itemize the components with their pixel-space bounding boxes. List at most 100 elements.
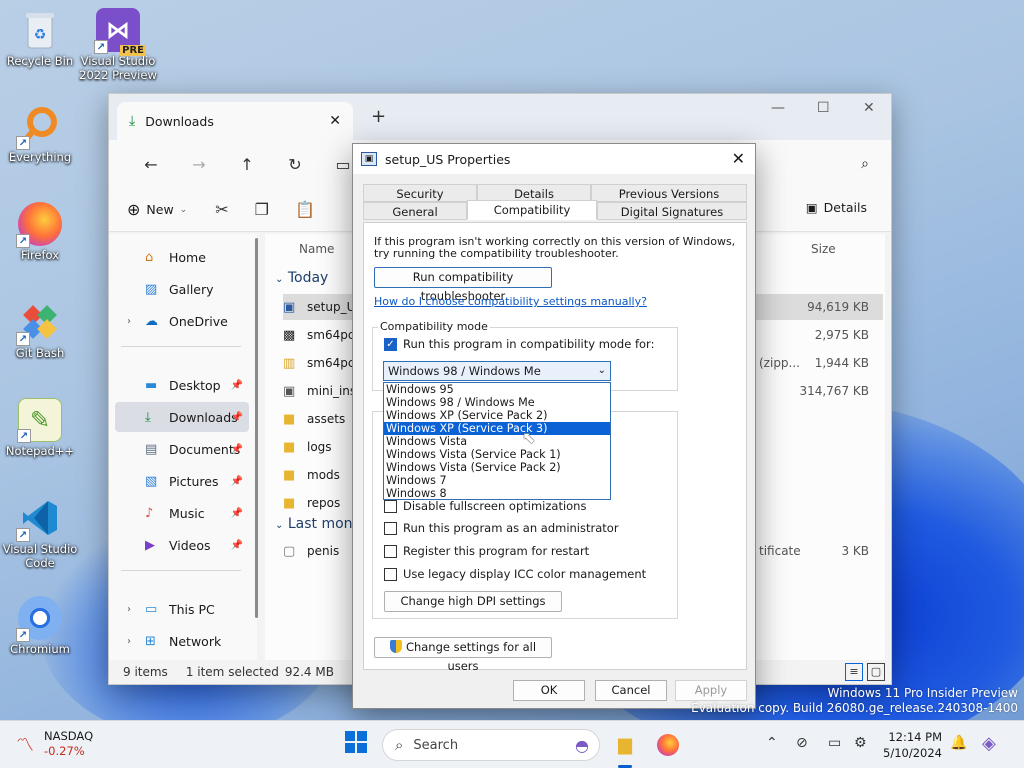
sidebar-item-music[interactable]: ♪ Music 📌 <box>115 498 249 528</box>
chromium-icon: ↗ <box>16 596 62 642</box>
up-icon[interactable]: ↑ <box>223 155 271 174</box>
desktop-icon-firefox[interactable]: ↗ Firefox <box>0 202 80 262</box>
sidebar-item-label: Music <box>169 505 205 521</box>
display-icon[interactable]: ▭ <box>828 735 841 751</box>
sidebar-item-videos[interactable]: ▶ Videos 📌 <box>115 530 249 560</box>
forward-icon[interactable]: → <box>175 155 223 174</box>
details-button[interactable]: ▣ Details <box>806 200 867 215</box>
desktop-folder-icon: ▬ <box>145 377 158 393</box>
folder-icon: ■ <box>283 439 296 455</box>
settings-icon[interactable]: ⚙ <box>854 735 867 751</box>
tab-compatibility[interactable]: Compatibility <box>467 200 597 220</box>
change-all-users-button[interactable]: Change settings for all users <box>374 637 552 673</box>
column-header-size[interactable]: Size <box>811 242 836 256</box>
register-restart-checkbox[interactable]: Register this program for restart <box>384 544 589 558</box>
desktop-icon-notepad-plus-plus[interactable]: ✎ ↗ Notepad++ <box>0 398 80 458</box>
tab-previous-versions[interactable]: Previous Versions <box>591 184 747 202</box>
sidebar-scrollbar[interactable] <box>255 238 258 618</box>
chevron-down-icon: ⌄ <box>179 204 188 215</box>
tab-security[interactable]: Security <box>363 184 477 202</box>
fullscreen-optimizations-checkbox[interactable]: Disable fullscreen optimizations <box>384 499 586 513</box>
clock[interactable]: 12:14 PM 5/10/2024 <box>882 729 942 761</box>
new-tab-button[interactable]: + <box>371 106 386 127</box>
cut-icon[interactable]: ✂ <box>215 200 228 219</box>
start-button[interactable] <box>342 731 370 759</box>
sidebar-item-label: Pictures <box>169 473 219 489</box>
watermark-line1: Windows 11 Pro Insider Preview <box>827 686 1018 700</box>
legacy-icc-checkbox[interactable]: Use legacy display ICC color management <box>384 567 646 581</box>
computer-icon: ▭ <box>145 601 158 617</box>
dropdown-option[interactable]: Windows Vista (Service Pack 1) <box>384 448 610 461</box>
dropdown-option[interactable]: Windows 8 <box>384 487 610 500</box>
tab-downloads[interactable]: ⤓ Downloads ✕ <box>117 102 353 140</box>
sidebar-item-downloads[interactable]: ⤓ Downloads 📌 <box>115 402 249 432</box>
close-window-icon[interactable]: ✕ <box>863 100 875 116</box>
close-tab-icon[interactable]: ✕ <box>329 113 341 129</box>
desktop-icon-everything[interactable]: ↗ Everything <box>0 104 80 164</box>
maximize-icon[interactable]: ☐ <box>817 100 830 116</box>
copy-icon[interactable]: ❐ <box>255 200 269 219</box>
search-icon[interactable]: ⌕ <box>861 156 869 172</box>
dropdown-option[interactable]: Windows Vista (Service Pack 2) <box>384 461 610 474</box>
tab-digital-signatures[interactable]: Digital Signatures <box>597 202 747 220</box>
compat-mode-checkbox[interactable]: ✓ Run this program in compatibility mode… <box>384 337 654 351</box>
dropdown-option[interactable]: Windows 98 / Windows Me <box>384 396 610 409</box>
sidebar-item-onedrive[interactable]: › ☁ OneDrive <box>115 306 249 336</box>
chevron-up-icon[interactable]: ⌃ <box>766 735 778 751</box>
file-explorer-taskbar-icon[interactable]: ▆ <box>611 731 639 759</box>
sidebar-item-documents[interactable]: ▤ Documents 📌 <box>115 434 249 464</box>
desktop-icon-label: Notepad++ <box>5 444 75 458</box>
desktop-icon-recycle-bin[interactable]: ♻ Recycle Bin <box>0 8 80 68</box>
sidebar-item-desktop[interactable]: ▬ Desktop 📌 <box>115 370 249 400</box>
dropdown-option[interactable]: Windows 95 <box>384 383 610 396</box>
change-dpi-button[interactable]: Change high DPI settings <box>384 591 562 612</box>
desktop-icon-vscode[interactable]: ↗ Visual Studio Code <box>0 496 80 570</box>
copilot-icon[interactable]: ◈ <box>982 733 996 754</box>
sidebar-item-pictures[interactable]: ▧ Pictures 📌 <box>115 466 249 496</box>
dropdown-option-highlighted[interactable]: Windows XP (Service Pack 3) <box>384 422 610 435</box>
dropdown-option[interactable]: Windows Vista <box>384 435 610 448</box>
desktop-icon-git-bash[interactable]: ↗ Git Bash <box>0 300 80 360</box>
help-link[interactable]: How do I choose compatibility settings m… <box>374 295 647 308</box>
group-header-today[interactable]: ⌄ Today <box>275 270 328 286</box>
run-as-admin-checkbox[interactable]: Run this program as an administrator <box>384 521 619 535</box>
stock-change: -0.27% <box>44 744 85 758</box>
chevron-right-icon[interactable]: › <box>127 316 131 327</box>
network-off-icon[interactable]: ⊘ <box>796 735 808 751</box>
compat-mode-select[interactable]: Windows 98 / Windows Me ⌄ <box>383 361 611 381</box>
minimize-icon[interactable]: — <box>771 100 785 116</box>
back-icon[interactable]: ← <box>127 155 175 174</box>
navigation-pane: ⌂ Home ▨ Gallery › ☁ OneDrive ▬ Desktop … <box>109 234 257 664</box>
desktop-icon-visual-studio-preview[interactable]: ⋈ PRE ↗ Visual Studio 2022 Preview <box>78 8 158 82</box>
mouse-cursor-icon: ⬉ <box>522 428 536 447</box>
stock-name: NASDAQ <box>44 729 94 743</box>
chevron-right-icon[interactable]: › <box>127 604 131 615</box>
notification-bell-icon[interactable]: 🔔 <box>950 735 967 751</box>
taskbar-search[interactable]: ⌕ Search ◓ <box>382 729 600 761</box>
new-button[interactable]: ⊕ New ⌄ <box>127 200 187 219</box>
chevron-right-icon[interactable]: › <box>127 636 131 647</box>
stock-widget[interactable]: 〽 NASDAQ -0.27% <box>16 729 93 759</box>
dropdown-option[interactable]: Windows XP (Service Pack 2) <box>384 409 610 422</box>
sidebar-item-this-pc[interactable]: › ▭ This PC <box>115 594 249 624</box>
run-troubleshooter-button[interactable]: Run compatibility troubleshooter <box>374 267 552 303</box>
dropdown-option[interactable]: Windows 7 <box>384 474 610 487</box>
tab-general[interactable]: General <box>363 202 467 220</box>
ok-button[interactable]: OK <box>513 680 585 701</box>
desktop-icon-chromium[interactable]: ↗ Chromium <box>0 596 80 656</box>
music-icon: ♪ <box>145 505 154 521</box>
details-label: Details <box>823 200 867 215</box>
paste-icon[interactable]: 📋 <box>295 200 315 219</box>
column-header-name[interactable]: Name <box>299 242 334 256</box>
cancel-button[interactable]: Cancel <box>595 680 667 701</box>
sidebar-item-network[interactable]: › ⊞ Network <box>115 626 249 656</box>
group-header-last-month[interactable]: ⌄ Last mont <box>275 516 358 532</box>
details-view-icon[interactable]: ≡ <box>845 663 863 681</box>
sidebar-item-home[interactable]: ⌂ Home <box>115 242 249 272</box>
close-icon[interactable]: ✕ <box>732 149 745 168</box>
apply-button[interactable]: Apply <box>675 680 747 701</box>
tiles-view-icon[interactable]: ▢ <box>867 663 885 681</box>
sidebar-item-gallery[interactable]: ▨ Gallery <box>115 274 249 304</box>
firefox-taskbar-icon[interactable] <box>654 731 682 759</box>
refresh-icon[interactable]: ↻ <box>271 155 319 174</box>
